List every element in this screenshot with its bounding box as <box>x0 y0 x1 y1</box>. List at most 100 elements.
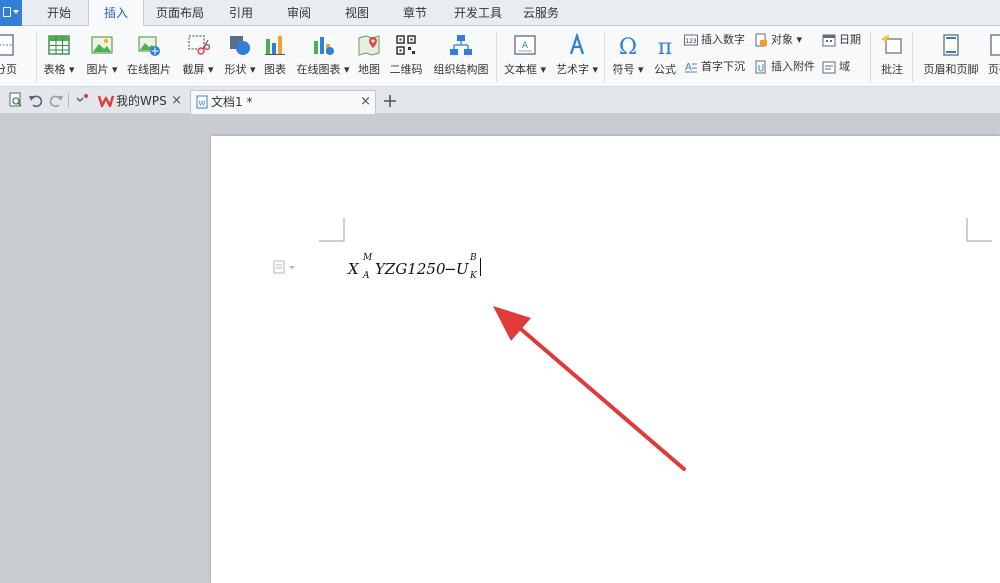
shape-button[interactable]: 形状 ▾ <box>220 30 260 84</box>
ribbon-divider <box>870 32 871 82</box>
menu-bar: 开始 插入 页面布局 引用 审阅 视图 章节 开发工具 云服务 <box>0 0 1000 27</box>
omega-icon: Ω <box>619 35 637 57</box>
svg-text:123: 123 <box>685 38 697 45</box>
number-icon: 123 <box>684 34 698 46</box>
ribbon-divider <box>496 32 497 82</box>
online-chart-label: 在线图表 ▾ <box>296 63 350 76</box>
tab-my-wps[interactable]: 我的WPS × <box>94 90 186 114</box>
svg-text:π: π <box>658 35 672 57</box>
picture-button[interactable]: 图片 ▾ <box>82 30 122 84</box>
undo-icon[interactable] <box>28 92 44 108</box>
map-button[interactable]: 地图 <box>354 30 384 84</box>
qrcode-button[interactable]: 二维码 <box>386 30 426 84</box>
new-tab-plus-icon[interactable] <box>382 93 398 109</box>
document-icon: W <box>196 95 208 109</box>
tab-document-1[interactable]: W 文档1 * × <box>190 90 376 114</box>
formula-x-superscript: M <box>363 253 373 263</box>
redo-icon[interactable] <box>48 92 64 108</box>
symbol-label: 符号 ▾ <box>612 63 644 76</box>
org-chart-button[interactable]: 组织结构图 <box>430 30 492 84</box>
drop-cap-button[interactable]: A 首字下沉 <box>684 58 745 76</box>
date-button[interactable]: 日期 <box>822 31 861 49</box>
screenshot-label: 截屏 ▾ <box>182 63 214 76</box>
tab-my-wps-label: 我的WPS <box>116 94 167 108</box>
header-footer-button[interactable]: 页眉和页脚 <box>918 30 984 84</box>
close-icon[interactable]: × <box>360 91 371 113</box>
qrcode-icon <box>396 35 416 55</box>
pi-icon: π <box>658 35 672 57</box>
page-break-button[interactable]: 分页 <box>0 30 26 84</box>
tab-home[interactable]: 开始 <box>30 0 88 26</box>
online-picture-button[interactable]: 在线图片 <box>124 30 174 84</box>
customize-toolbar-icon[interactable] <box>74 92 90 108</box>
close-icon[interactable]: × <box>171 90 182 112</box>
paragraph-layout-icon[interactable] <box>273 260 299 274</box>
tab-document-1-label: 文档1 * <box>211 95 253 109</box>
svg-text:A: A <box>685 62 692 73</box>
map-icon <box>358 35 380 56</box>
tab-references[interactable]: 引用 <box>216 0 266 26</box>
page-number-label: 页码 <box>988 63 1000 76</box>
textbox-label: 文本框 ▾ <box>503 63 547 76</box>
tab-review[interactable]: 审阅 <box>274 0 324 26</box>
online-picture-label: 在线图片 <box>127 63 171 76</box>
comment-label: 批注 <box>881 63 903 76</box>
shape-label: 形状 ▾ <box>224 63 256 76</box>
tab-view[interactable]: 视图 <box>332 0 382 26</box>
toolbar-divider <box>68 93 69 108</box>
drop-cap-icon: A <box>685 62 697 73</box>
online-chart-icon <box>314 37 334 55</box>
formula-minus: − <box>444 260 457 278</box>
comment-icon <box>881 35 902 54</box>
header-footer-icon <box>943 34 959 56</box>
ribbon-divider <box>912 32 913 82</box>
symbol-button[interactable]: Ω 符号 ▾ <box>608 30 648 84</box>
formula-button[interactable]: π 公式 <box>650 30 680 84</box>
shape-icon <box>230 36 250 55</box>
scissors-icon <box>188 35 210 55</box>
annotation-arrow-icon <box>493 306 686 471</box>
picture-label: 图片 ▾ <box>86 63 118 76</box>
wordart-label: 艺术字 ▾ <box>555 63 599 76</box>
page-break-icon <box>0 34 14 56</box>
text-cursor <box>480 258 481 276</box>
org-chart-icon <box>450 35 472 55</box>
field-button[interactable]: 域 <box>822 58 850 76</box>
print-preview-icon[interactable] <box>8 92 24 108</box>
online-picture-icon <box>138 36 160 56</box>
tab-cloud[interactable]: 云服务 <box>514 0 568 26</box>
svg-text:W: W <box>199 100 206 108</box>
bar-chart-icon <box>265 36 285 55</box>
tab-developer[interactable]: 开发工具 <box>446 0 510 26</box>
document-page[interactable]: X M A YZG1250 − U B K <box>211 136 1000 583</box>
svg-text:Ω: Ω <box>619 35 637 57</box>
app-icon <box>3 7 11 17</box>
object-icon <box>755 33 767 47</box>
ribbon-divider <box>604 32 605 82</box>
tab-page-layout[interactable]: 页面布局 <box>144 0 216 26</box>
object-button[interactable]: 对象 ▾ <box>754 31 802 49</box>
qrcode-label: 二维码 <box>389 63 423 76</box>
screenshot-button[interactable]: 截屏 ▾ <box>178 30 218 84</box>
formula-body: YZG1250 <box>375 260 446 278</box>
wordart-button[interactable]: 艺术字 ▾ <box>552 30 602 84</box>
page-number-button[interactable]: 页码 <box>986 30 1000 84</box>
page-number-icon <box>990 34 1000 56</box>
margin-corner-top-left <box>319 218 345 242</box>
table-button[interactable]: 表格 ▾ <box>40 30 78 84</box>
ribbon: 分页 表格 ▾ 图片 ▾ 在线图片 截屏 ▾ 形状 ▾ 图表 在线图表 ▾ 地图… <box>0 26 1000 87</box>
insert-number-button[interactable]: 123 插入数字 <box>684 31 745 49</box>
textbox-button[interactable]: A 文本框 ▾ <box>500 30 550 84</box>
formula-u-superscript: B <box>470 253 477 263</box>
tab-chapter[interactable]: 章节 <box>390 0 440 26</box>
formula-x-subscript: A <box>363 271 370 281</box>
online-chart-button[interactable]: 在线图表 ▾ <box>294 30 352 84</box>
formula-u-subscript: K <box>470 271 477 281</box>
app-menu-button[interactable] <box>0 0 22 26</box>
org-chart-label: 组织结构图 <box>433 63 489 76</box>
tab-insert[interactable]: 插入 <box>88 0 144 27</box>
formula-x: X <box>348 260 359 278</box>
chart-button[interactable]: 图表 <box>260 30 290 84</box>
comment-button[interactable]: 批注 <box>874 30 910 84</box>
insert-attachment-button[interactable]: 插入附件 <box>754 58 815 76</box>
